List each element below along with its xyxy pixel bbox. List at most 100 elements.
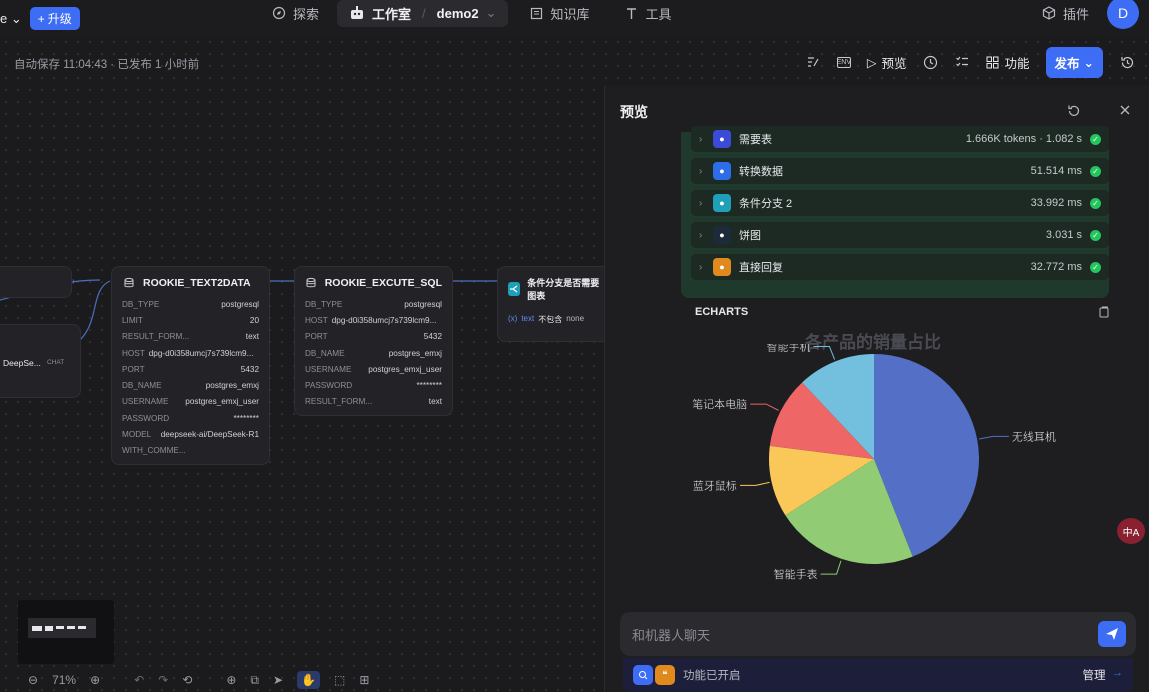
trace-row[interactable]: › ● 转换数据 51.514 ms ✓ xyxy=(691,158,1109,184)
trace-node-name: 需要表 xyxy=(739,134,772,146)
pie-label-line xyxy=(813,345,836,360)
param-value: 5432 xyxy=(240,364,259,374)
send-icon xyxy=(1106,628,1118,640)
translate-icon[interactable]: 中A xyxy=(1117,518,1145,544)
refresh-icon[interactable] xyxy=(1067,104,1081,121)
param-key: WITH_COMME... xyxy=(122,446,186,456)
nav-studio[interactable]: 工作室 / demo2 ⌄ xyxy=(337,0,509,27)
quote-feature-icon: ❝ xyxy=(655,665,675,685)
features-button[interactable]: 功能 xyxy=(986,53,1030,72)
param-key: DB_TYPE xyxy=(305,299,343,309)
redo-icon[interactable]: ↷ xyxy=(158,673,168,687)
minimap[interactable] xyxy=(18,600,114,664)
param-key: HOST xyxy=(305,315,328,325)
param-value: dpg-d0i358umcj7s739lcm9... xyxy=(331,315,437,325)
plus-icon: + xyxy=(37,11,45,26)
copy-icon[interactable] xyxy=(1099,306,1110,321)
node-stub-top[interactable] xyxy=(0,266,72,298)
trace-duration: 1.666K tokens · 1.082 s xyxy=(965,133,1082,145)
pie-label: 无线耳机 xyxy=(1012,429,1056,443)
hand-icon[interactable]: ✋ xyxy=(297,671,320,689)
param-value: deepseek-ai/DeepSeek-R1 xyxy=(160,430,259,440)
node-type-icon: ● xyxy=(713,258,731,276)
add-note-icon[interactable]: ⧉ xyxy=(250,673,259,688)
node-type-icon: ● xyxy=(713,194,731,212)
publish-button[interactable]: 发布 ⌄ xyxy=(1045,46,1103,78)
param-key: DB_NAME xyxy=(122,381,162,391)
send-button[interactable] xyxy=(1098,621,1126,647)
history-icon[interactable]: ⟲ xyxy=(182,673,192,687)
chevron-down-icon[interactable]: ⌄ xyxy=(486,5,497,21)
success-check-icon: ✓ xyxy=(1090,133,1101,145)
chevron-right-icon[interactable]: › xyxy=(699,134,713,145)
param-key: USERNAME xyxy=(305,364,352,374)
play-icon: ▷ xyxy=(866,55,877,70)
organize-icon[interactable]: ⊞ xyxy=(359,673,369,687)
upgrade-button[interactable]: + 升级 xyxy=(29,7,80,30)
param-key: RESULT_FORM... xyxy=(305,397,373,407)
workflow-trace: › ● 需要表 1.666K tokens · 1.082 s ✓ › ● 转换数据 51.51… xyxy=(681,126,1109,298)
env-icon[interactable]: ENV xyxy=(837,56,851,68)
trace-row[interactable]: › ● 直接回复 32.772 ms ✓ xyxy=(691,254,1109,280)
trace-row[interactable]: › ● 条件分支 2 33.992 ms ✓ xyxy=(691,190,1109,216)
workflow-toolbar: 自动保存 11:04:43 · 已发布 1 小时前 ENV ▷ 预览 功能 发布 ⌄ xyxy=(0,44,1149,80)
param-row: DB_TYPE postgresql xyxy=(295,296,452,312)
run-history-icon[interactable] xyxy=(922,54,938,70)
checklist-edit-icon[interactable] xyxy=(805,54,821,70)
nav-knowledge[interactable]: 知识库 xyxy=(508,4,607,23)
pointer-icon[interactable]: ➤ xyxy=(273,673,283,687)
param-key: DB_NAME xyxy=(305,348,345,358)
manage-link[interactable]: 管理 → xyxy=(1083,667,1124,683)
param-row: PASSWORD ******** xyxy=(295,377,452,393)
param-row: PASSWORD ******** xyxy=(112,410,269,426)
chevron-right-icon[interactable]: › xyxy=(699,262,713,273)
node-title: ROOKIE_TEXT2DATA xyxy=(143,277,251,289)
param-key: PASSWORD xyxy=(122,413,170,423)
node-excute-sql[interactable]: ROOKIE_EXCUTE_SQL DB_TYPE postgresql HOST d… xyxy=(294,266,453,416)
chevron-right-icon[interactable]: › xyxy=(699,198,713,209)
param-row: WITH_COMME... xyxy=(112,443,269,459)
zoom-level[interactable]: 71% xyxy=(52,673,76,687)
param-row: LIMIT 20 xyxy=(112,312,269,328)
chevron-right-icon[interactable]: › xyxy=(699,166,713,177)
nav-tools[interactable]: 工具 xyxy=(607,4,689,23)
undo-icon[interactable]: ↶ xyxy=(134,673,144,687)
param-value: postgresql xyxy=(221,299,259,309)
trace-node-name: 直接回复 xyxy=(739,262,783,274)
nav-explore[interactable]: 探索 xyxy=(272,4,337,23)
chevron-right-icon: › xyxy=(72,276,76,287)
feature-bar: ❝ 功能已开启 管理 → xyxy=(623,658,1133,692)
add-node-icon[interactable]: ⊕ xyxy=(226,673,236,687)
node-condition[interactable]: 条件分支是否需要图表 (x) text 不包含 none xyxy=(497,266,617,342)
trace-row[interactable]: › ● 需要表 1.666K tokens · 1.082 s ✓ xyxy=(691,126,1109,152)
trace-duration: 33.992 ms xyxy=(1030,197,1082,209)
node-llm-stub[interactable]: DeepSe... CHAT xyxy=(0,324,81,398)
book-icon xyxy=(531,7,543,19)
chevron-right-icon[interactable]: › xyxy=(699,230,713,241)
checklist-icon[interactable] xyxy=(954,54,970,70)
param-value: text xyxy=(428,397,442,407)
chat-input[interactable]: 和机器人聊天 xyxy=(620,612,1136,656)
pie-chart[interactable]: 无线耳机智能手表 蓝牙鼠标 笔记本电脑 智能手机 xyxy=(665,344,1095,604)
avatar[interactable]: D xyxy=(1107,0,1139,29)
param-key: LIMIT xyxy=(122,315,143,325)
zoom-in-icon[interactable]: ⊕ xyxy=(90,673,100,687)
trace-row[interactable]: › ● 饼图 3.031 s ✓ xyxy=(691,222,1109,248)
preview-panel: 预览 › ● 需要表 1.666K tokens · 1.082 s ✓ › ● 转换数据 51… xyxy=(604,86,1149,692)
pie-label: 笔记本电脑 xyxy=(692,397,747,411)
node-params: DB_TYPE postgresql HOST dpg-d0i358umcj7s739… xyxy=(295,296,452,410)
node-text2data[interactable]: ROOKIE_TEXT2DATA DB_TYPE postgresql LIMIT 2… xyxy=(111,266,270,465)
zoom-out-icon[interactable]: ⊖ xyxy=(28,673,38,687)
history-icon[interactable] xyxy=(1119,54,1135,70)
robot-icon xyxy=(351,6,364,19)
preview-button[interactable]: ▷ 预览 xyxy=(867,53,907,72)
param-value: 5432 xyxy=(423,332,442,342)
workspace-name[interactable]: e ⌄ xyxy=(0,11,22,27)
param-key: HOST xyxy=(122,348,145,358)
top-bar: e ⌄ + 升级 探索 工作室 / demo2 ⌄ 知识库 工具 插件 D xyxy=(0,0,1149,36)
close-icon[interactable] xyxy=(1119,104,1131,119)
node-type-icon: ● xyxy=(713,130,731,148)
plugins-link[interactable]: 插件 xyxy=(1042,4,1089,23)
app-name[interactable]: demo2 xyxy=(437,6,479,21)
export-image-icon[interactable]: ⬚ xyxy=(334,673,345,687)
